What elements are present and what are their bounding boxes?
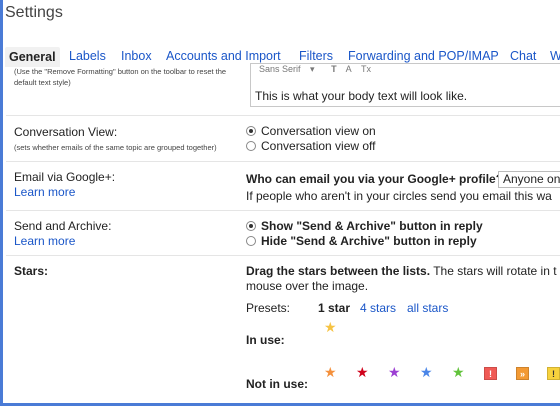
conversation-view-on-option[interactable]: Conversation view on xyxy=(246,124,376,138)
learn-more-link[interactable]: Learn more xyxy=(14,185,75,199)
divider xyxy=(6,210,560,211)
purple-star-icon[interactable]: ★ xyxy=(388,365,401,379)
radio-unchecked[interactable] xyxy=(246,141,256,151)
radio-checked[interactable] xyxy=(246,221,256,231)
red-bang-icon[interactable]: ! xyxy=(484,367,497,380)
email-via-google-plus-label: Email via Google+: xyxy=(14,170,116,184)
default-text-style-help: (Use the "Remove Formatting" button on t… xyxy=(14,66,226,88)
blue-star-icon[interactable]: ★ xyxy=(420,365,433,379)
stars-label: Stars: xyxy=(14,264,49,278)
tab-general[interactable]: General xyxy=(5,47,60,67)
divider xyxy=(6,255,560,256)
font-size-icon[interactable]: T xyxy=(331,64,337,74)
red-star-icon[interactable]: ★ xyxy=(356,365,369,379)
editor-toolbar: Sans Serif ▾ T A Tx xyxy=(251,64,560,82)
preset-4-stars[interactable]: 4 stars xyxy=(360,301,396,315)
tab-filters[interactable]: Filters xyxy=(299,49,333,63)
orange-star-icon[interactable]: ★ xyxy=(324,365,337,379)
tab-labels[interactable]: Labels xyxy=(69,49,106,63)
orange-guillemet-icon[interactable]: » xyxy=(516,367,529,380)
send-and-archive-label: Send and Archive: xyxy=(14,219,112,233)
google-plus-audience-select[interactable]: Anyone on xyxy=(498,171,560,188)
google-plus-note: If people who aren't in your circles sen… xyxy=(246,189,552,203)
chevron-down-icon: ▾ xyxy=(310,64,315,74)
radio-checked[interactable] xyxy=(246,126,256,136)
divider xyxy=(6,161,560,162)
stars-instruction: Drag the stars between the lists. The st… xyxy=(246,264,557,278)
editor-preview-text[interactable]: This is what your body text will look li… xyxy=(255,89,467,103)
stars-instruction-line2: mouse over the image. xyxy=(246,279,369,293)
green-star-icon[interactable]: ★ xyxy=(452,365,465,379)
tab-forwarding-pop-imap[interactable]: Forwarding and POP/IMAP xyxy=(348,49,499,63)
preset-all-stars[interactable]: all stars xyxy=(407,301,448,315)
stars-instruction-bold: Drag the stars between the lists. xyxy=(246,264,431,278)
in-use-label: In use: xyxy=(246,333,285,347)
tab-inbox[interactable]: Inbox xyxy=(121,49,152,63)
page-title: Settings xyxy=(5,4,63,21)
conversation-view-off-option[interactable]: Conversation view off xyxy=(246,139,376,153)
yellow-star-icon[interactable]: ★ xyxy=(324,320,337,334)
show-send-archive-option[interactable]: Show "Send & Archive" button in reply xyxy=(246,219,483,233)
option-label: Hide "Send & Archive" button in reply xyxy=(261,234,477,248)
hide-send-archive-option[interactable]: Hide "Send & Archive" button in reply xyxy=(246,234,477,248)
tab-accounts-and-import[interactable]: Accounts and Import xyxy=(166,49,281,63)
option-label: Conversation view off xyxy=(261,139,376,153)
not-in-use-label: Not in use: xyxy=(246,377,308,391)
conversation-view-label: Conversation View: xyxy=(14,125,118,139)
font-family-select[interactable]: Sans Serif ▾ xyxy=(259,64,322,74)
help-line-2: default text style) xyxy=(14,78,71,87)
tab-chat[interactable]: Chat xyxy=(510,49,536,63)
remove-formatting-icon[interactable]: Tx xyxy=(361,64,371,74)
help-line-1: (Use the "Remove Formatting" button on t… xyxy=(14,67,227,76)
radio-unchecked[interactable] xyxy=(246,236,256,246)
presets-label: Presets: xyxy=(246,301,291,315)
text-style-editor[interactable]: Sans Serif ▾ T A Tx This is what your bo… xyxy=(250,63,560,107)
divider xyxy=(6,115,560,116)
option-label: Conversation view on xyxy=(261,124,376,138)
learn-more-link[interactable]: Learn more xyxy=(14,234,75,248)
tab-overflow[interactable]: W xyxy=(550,49,560,63)
text-color-icon[interactable]: A xyxy=(346,64,352,74)
option-label: Show "Send & Archive" button in reply xyxy=(261,219,483,233)
yellow-bang-icon[interactable]: ! xyxy=(547,367,560,380)
settings-frame: Settings General Labels Inbox Accounts a… xyxy=(0,0,560,406)
preset-1-star[interactable]: 1 star xyxy=(318,301,350,315)
conversation-view-help: (sets whether emails of the same topic a… xyxy=(14,143,217,152)
google-plus-question: Who can email you via your Google+ profi… xyxy=(246,172,504,186)
stars-instruction-rest: The stars will rotate in t xyxy=(433,264,557,278)
